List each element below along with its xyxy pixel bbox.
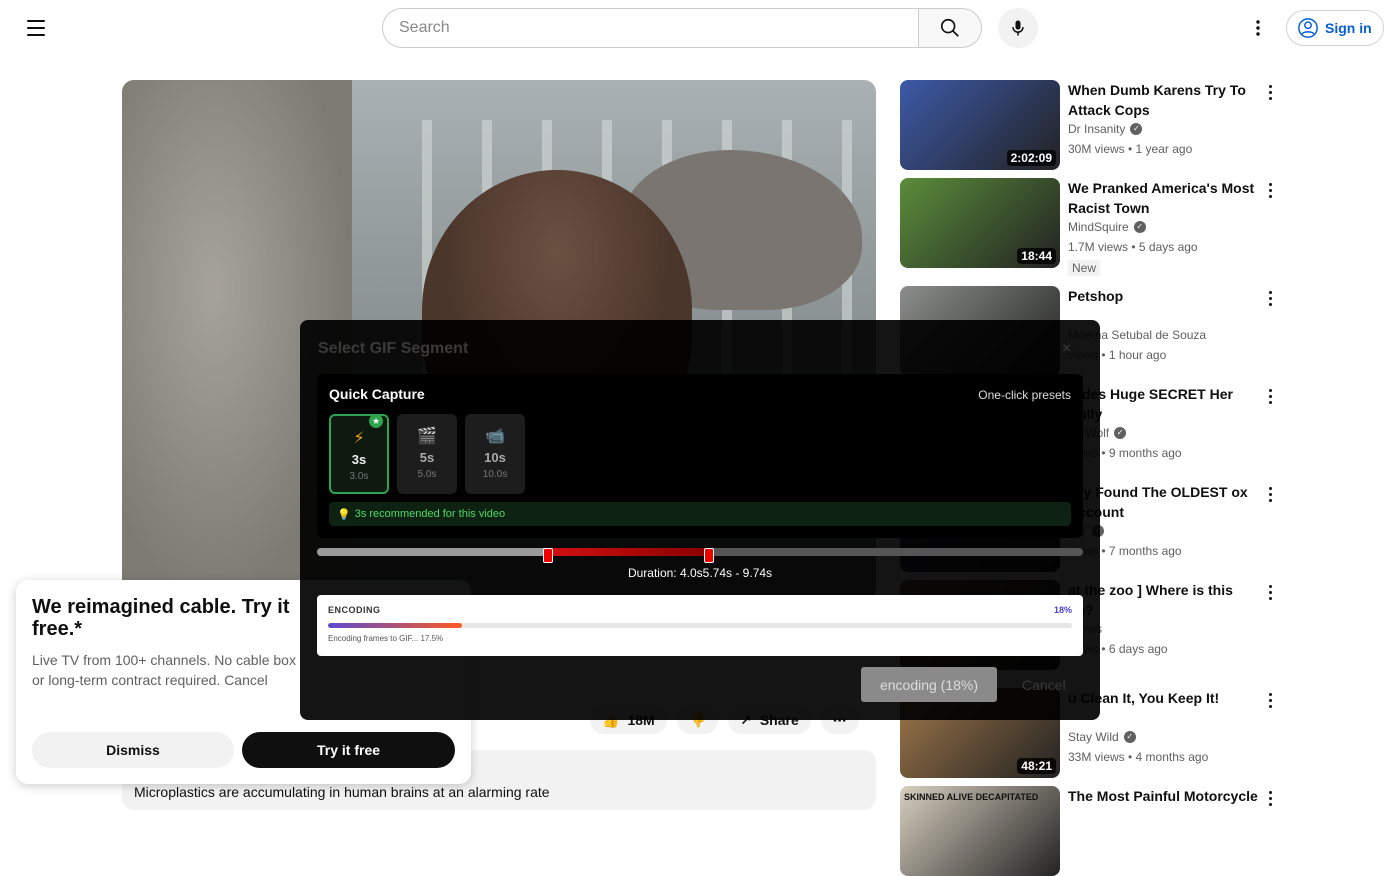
video-thumbnail[interactable]: 18:44 [900, 178, 1060, 268]
preset-icon: ⚡ [353, 430, 365, 447]
search-input[interactable]: Search [382, 8, 919, 48]
description-text: Microplastics are accumulating in human … [134, 784, 550, 800]
video-title[interactable]: When Dumb Karens Try To Attack Cops [1068, 80, 1258, 120]
ad-title: We reimagined cable. Try it free.* [32, 596, 290, 640]
segment-start-handle[interactable] [543, 548, 553, 563]
video-meta: 1.7M views • 5 days ago [1068, 240, 1198, 254]
preset-5s[interactable]: 🎬 5s 5.0s [397, 414, 457, 494]
channel-name[interactable]: Stay Wild ✓ [1068, 730, 1136, 744]
more-options-icon[interactable] [1262, 386, 1278, 406]
preset-duration: 5.0s [417, 469, 437, 480]
thumbnail-text: SKINNED ALIVE DECAPITATED [904, 792, 1039, 802]
verified-icon: ✓ [1133, 221, 1146, 233]
channel-label: Dr Insanity [1068, 122, 1126, 136]
recommendation-item[interactable]: 18:44 We Pranked America's Most Racist To… [900, 178, 1280, 276]
preset-icon: 📹 [485, 428, 505, 445]
video-meta: 33M views • 4 months ago [1068, 750, 1209, 764]
verified-icon: ✓ [1123, 731, 1136, 743]
preset-duration: 3.0s [349, 471, 369, 482]
recommendation-text: 3s recommended for this video [354, 508, 506, 520]
channel-name[interactable]: MindSquire ✓ [1068, 220, 1146, 234]
more-options-icon[interactable] [1262, 180, 1278, 200]
encode-button-label: encoding (18%) [879, 676, 979, 693]
duration-badge: 48:21 [1017, 758, 1056, 774]
more-options-icon[interactable] [1262, 690, 1278, 710]
settings-menu-icon[interactable] [1244, 14, 1272, 42]
dismiss-button[interactable]: Dismiss [32, 732, 234, 768]
new-badge: New [1068, 260, 1101, 276]
channel-name[interactable]: Dr Insanity ✓ [1068, 122, 1143, 136]
ad-body: Live TV from 100+ channels. No cable box… [32, 652, 296, 688]
star-icon: ★ [369, 414, 383, 428]
account-icon [1298, 18, 1318, 38]
encode-button[interactable]: encoding (18%) [861, 667, 997, 702]
try-it-free-button[interactable]: Try it free [242, 732, 455, 768]
duration-readout: Duration: 4.0s5.74s - 9.74s [627, 566, 773, 580]
verified-icon: ✓ [1130, 123, 1143, 135]
more-options-icon[interactable] [1262, 288, 1278, 308]
channel-label: MindSquire [1068, 220, 1129, 234]
selected-segment [548, 548, 709, 556]
encoding-label: ENCODING [328, 605, 381, 615]
video-title[interactable]: The Most Painful Motorcycle [1068, 786, 1258, 806]
search-icon [940, 18, 959, 37]
quick-capture-subtitle: One-click presets [978, 388, 1071, 402]
microphone-icon [1012, 20, 1024, 36]
modal-title: Select GIF Segment [318, 340, 469, 357]
recommendation-tip: 💡 3s recommended for this video [329, 502, 1071, 526]
preset-icon: 🎬 [417, 428, 437, 445]
cancel-button[interactable]: Cancel [1022, 677, 1066, 693]
more-options-icon[interactable] [1262, 82, 1278, 102]
preset-label: 10s [484, 450, 506, 465]
segment-end-handle[interactable] [704, 548, 714, 563]
quick-capture-title: Quick Capture [329, 386, 425, 402]
preset-label: 5s [419, 450, 435, 465]
preset-duration: 10.0s [482, 469, 508, 480]
recommendation-item[interactable]: 2:02:09 When Dumb Karens Try To Attack Co… [900, 80, 1280, 170]
video-title[interactable]: We Pranked America's Most Racist Town [1068, 178, 1258, 218]
duration-badge: 18:44 [1017, 248, 1056, 264]
search-button[interactable] [918, 8, 982, 48]
video-thumbnail[interactable]: 2:02:09 [900, 80, 1060, 170]
voice-search-button[interactable] [998, 8, 1038, 48]
more-options-icon[interactable] [1262, 788, 1278, 808]
verified-icon: ✓ [1114, 427, 1127, 439]
more-options-icon[interactable] [1262, 582, 1278, 602]
search-placeholder: Search [399, 19, 450, 36]
video-meta: 30M views • 1 year ago [1068, 142, 1193, 156]
sign-in-button[interactable]: Sign in [1286, 10, 1384, 46]
encoding-progress-fill [328, 623, 462, 628]
channel-label: Stay Wild [1068, 730, 1119, 744]
preset-3s[interactable]: ★ ⚡ 3s 3.0s [329, 414, 389, 494]
more-options-icon[interactable] [1262, 484, 1278, 504]
preset-10s[interactable]: 📹 10s 10.0s [465, 414, 525, 494]
close-icon[interactable]: × [1062, 340, 1071, 358]
menu-icon[interactable] [20, 12, 52, 44]
duration-badge: 2:02:09 [1006, 150, 1056, 166]
video-title[interactable]: Petshop [1068, 286, 1258, 306]
preset-label: 3s [351, 452, 367, 467]
encoding-note: Encoding frames to GIF... 17.5% [328, 634, 444, 643]
lightbulb-icon: 💡 [337, 508, 351, 521]
encoding-percent: 18% [1053, 605, 1072, 615]
sign-in-label: Sign in [1325, 20, 1372, 36]
encoding-progress-bar [328, 623, 1072, 628]
